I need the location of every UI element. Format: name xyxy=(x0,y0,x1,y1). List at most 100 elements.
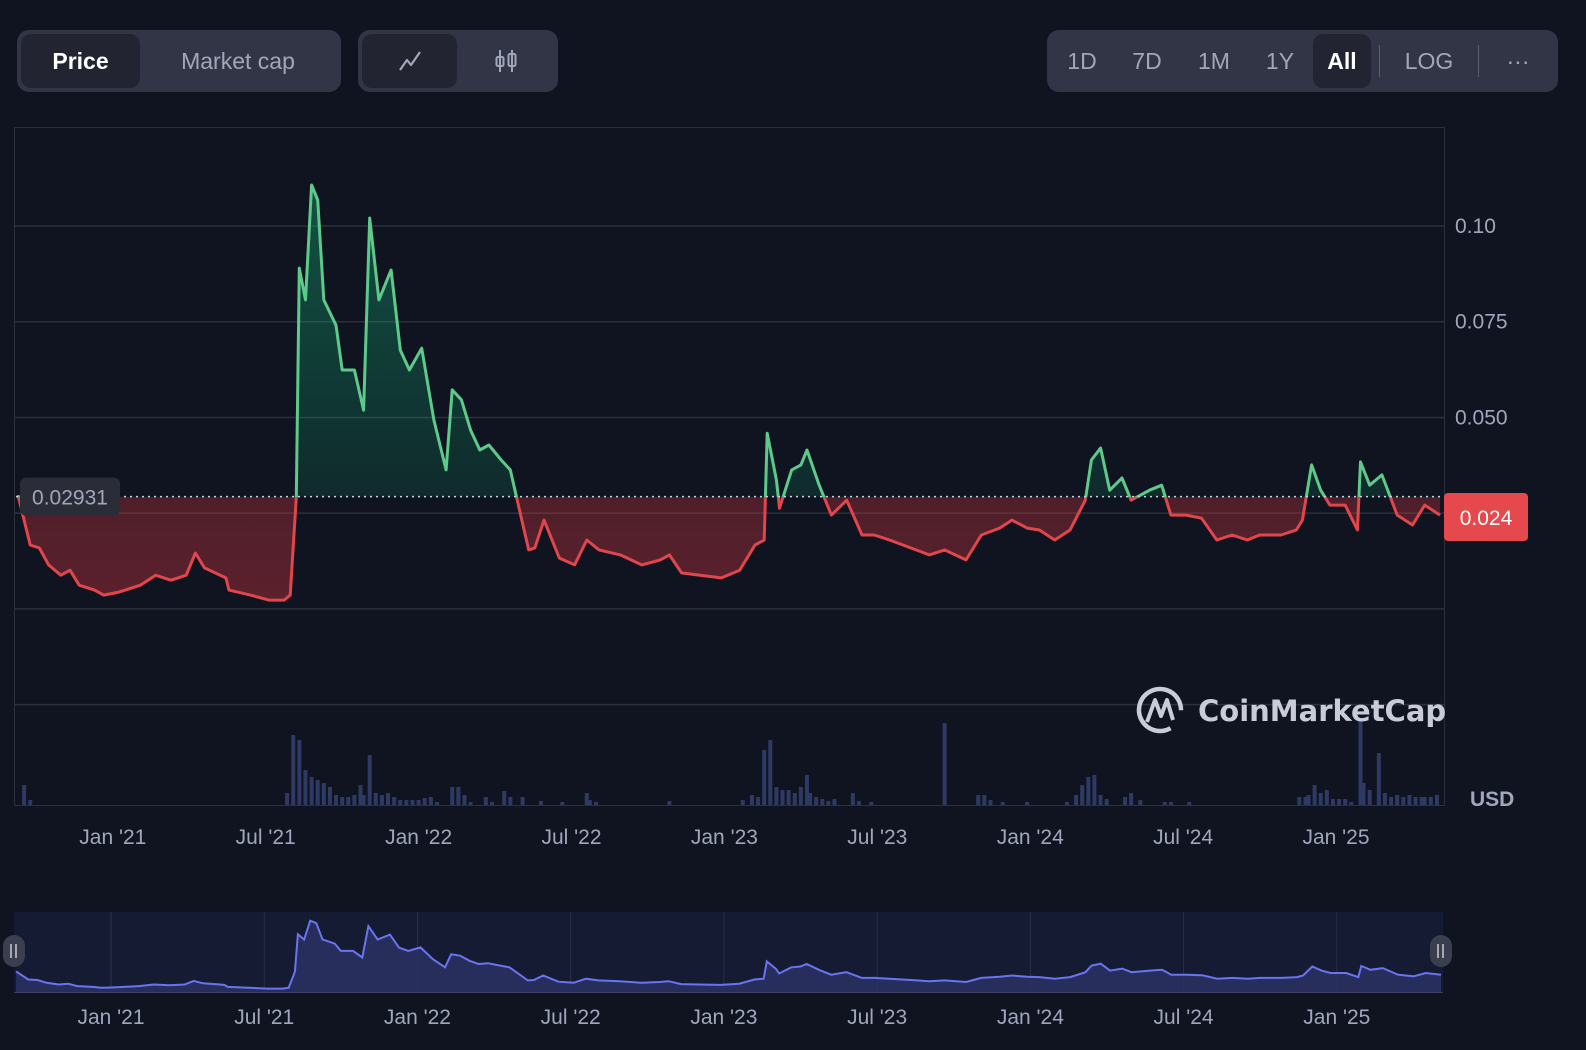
navigator-x-tick-label: Jan '25 xyxy=(1303,1006,1370,1029)
reference-price-tag: 0.02931 xyxy=(20,477,120,516)
volume-bar xyxy=(352,795,357,805)
volume-bar xyxy=(1324,790,1329,805)
volume-bar xyxy=(379,795,384,805)
current-price-tag: 0.024 xyxy=(1444,493,1528,542)
volume-bar xyxy=(798,787,803,805)
volume-bar xyxy=(428,797,433,805)
volume-bar xyxy=(667,801,672,805)
volume-bar xyxy=(869,802,874,805)
volume-bar xyxy=(780,790,785,805)
volume-bar xyxy=(808,793,813,805)
volume-bar xyxy=(285,793,290,805)
volume-bar xyxy=(1064,802,1069,805)
volume-bar xyxy=(367,755,372,805)
volume-bar xyxy=(1376,753,1381,805)
volume-bar xyxy=(1074,795,1079,805)
volume-bar xyxy=(1337,799,1342,805)
y-tick-label: 0.10 xyxy=(1455,215,1496,238)
x-tick-label: Jul '23 xyxy=(847,826,907,849)
volume-bar xyxy=(942,723,947,805)
navigator-x-tick-label: Jul '21 xyxy=(234,1006,294,1029)
navigator-x-tick-label: Jul '23 xyxy=(847,1006,907,1029)
volume-bar xyxy=(768,740,773,805)
volume-bar xyxy=(560,802,565,805)
volume-bar xyxy=(1367,790,1372,805)
volume-bar xyxy=(1312,785,1317,805)
volume-bar xyxy=(850,793,855,805)
volume-bar xyxy=(416,800,421,805)
volume-bar xyxy=(1413,797,1418,805)
volume-bar xyxy=(361,795,366,805)
volume-bar xyxy=(502,791,507,805)
volume-bar xyxy=(1092,775,1097,805)
volume-bar xyxy=(1168,802,1173,805)
navigator-x-tick-label: Jan '21 xyxy=(77,1006,144,1029)
volume-bar xyxy=(1349,802,1354,805)
volume-bar xyxy=(404,800,409,805)
reference-price-label: 0.02931 xyxy=(32,487,108,510)
volume-bar xyxy=(297,740,302,805)
volume-bar xyxy=(976,795,981,805)
current-price-label: 0.024 xyxy=(1460,507,1513,530)
y-tick-label: 0.075 xyxy=(1455,311,1508,334)
volume-bar xyxy=(386,793,391,805)
volume-bar xyxy=(814,797,819,805)
volume-bar xyxy=(587,800,592,805)
volume-bar xyxy=(321,783,326,805)
volume-bar xyxy=(1407,795,1412,805)
volume-bar xyxy=(1123,797,1128,805)
volume-bar xyxy=(346,797,351,805)
volume-bar xyxy=(1389,797,1394,805)
x-tick-label: Jan '22 xyxy=(385,826,452,849)
navigator-x-tick-label: Jan '24 xyxy=(997,1006,1064,1029)
volume-bar xyxy=(468,802,473,805)
volume-bar xyxy=(856,801,861,805)
volume-bar xyxy=(1434,795,1439,805)
volume-bar xyxy=(1086,777,1091,805)
navigator-handle-left[interactable] xyxy=(3,935,25,967)
x-tick-label: Jul '22 xyxy=(541,826,601,849)
volume-bar xyxy=(334,795,339,805)
navigator-x-tick-label: Jul '22 xyxy=(541,1006,601,1029)
volume-bar xyxy=(826,801,831,805)
volume-bar xyxy=(1361,783,1366,805)
volume-bar xyxy=(1422,797,1427,805)
volume-bar xyxy=(593,802,598,805)
volume-bar xyxy=(520,797,525,805)
volume-bar xyxy=(392,797,397,805)
navigator-handle-right[interactable] xyxy=(1430,935,1452,967)
volume-bar xyxy=(832,799,837,805)
volume-bar xyxy=(28,800,33,805)
volume-bar xyxy=(1025,802,1030,805)
volume-bar xyxy=(508,797,513,805)
price-chart[interactable]: Jan '21 Jul '21 Jan '22 Jul '22 Jan '23 Jul '… xyxy=(0,0,1586,1050)
navigator-x-tick-label: Jan '23 xyxy=(690,1006,757,1029)
volume-bar xyxy=(434,802,439,805)
volume-bar xyxy=(1297,797,1302,805)
volume-bar xyxy=(1318,793,1323,805)
volume-bar xyxy=(1000,802,1005,805)
volume-bar xyxy=(462,795,467,805)
range-navigator[interactable]: Jan '21 Jul '21 Jan '22 Jul '22 Jan '23 Jul '… xyxy=(3,912,1452,1029)
volume-bar xyxy=(1187,802,1192,805)
volume-bar xyxy=(1382,793,1387,805)
volume-bar xyxy=(340,797,345,805)
volume-bar xyxy=(450,787,455,805)
watermark-text: CoinMarketCap xyxy=(1198,694,1446,728)
navigator-x-tick-label: Jan '22 xyxy=(384,1006,451,1029)
volume-bar xyxy=(1306,795,1311,805)
volume-bar xyxy=(398,800,403,805)
volume-bar xyxy=(490,802,494,805)
volume-bar xyxy=(749,795,754,805)
x-tick-label: Jul '21 xyxy=(236,826,296,849)
x-tick-label: Jan '21 xyxy=(79,826,146,849)
x-tick-label: Jan '25 xyxy=(1302,826,1369,849)
volume-bar xyxy=(1330,799,1335,805)
volume-bar xyxy=(792,793,797,805)
volume-bar xyxy=(291,735,296,805)
volume-bar xyxy=(1162,802,1167,805)
volume-bar xyxy=(1395,795,1400,805)
volume-bar xyxy=(410,800,415,805)
volume-bar xyxy=(740,800,745,805)
volume-bar xyxy=(756,797,761,805)
